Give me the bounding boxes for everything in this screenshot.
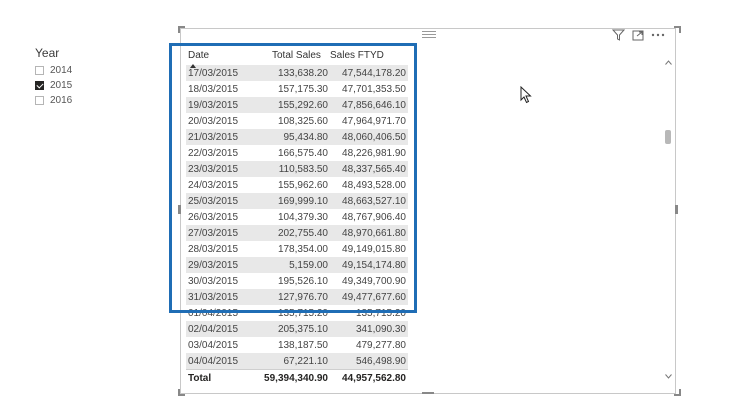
checkbox[interactable] [35, 66, 44, 75]
table-row: 03/04/2015 138,187.50 479,277.80 [186, 337, 408, 353]
slicer-items: 2014 2015 2016 [35, 63, 72, 108]
table-row: 04/04/2015 67,221.10 546,498.90 [186, 353, 408, 369]
cell-sales-ftyd: 341,090.30 [355, 323, 406, 335]
resize-handle-right[interactable] [675, 205, 678, 214]
totals-sales-ftyd: 44,957,562.80 [342, 373, 406, 384]
checkbox[interactable] [35, 81, 44, 90]
filter-icon[interactable] [612, 29, 625, 41]
scroll-down-icon[interactable] [665, 366, 672, 384]
focus-mode-icon[interactable] [632, 30, 644, 41]
slicer-item-label: 2016 [50, 95, 73, 106]
cell-date: 03/04/2015 [188, 339, 239, 351]
table-row: 02/04/2015 205,375.10 341,090.30 [186, 321, 408, 337]
slicer-item-2015[interactable]: 2015 [35, 78, 72, 93]
slicer-item-label: 2015 [50, 80, 73, 91]
year-slicer: Year 2014 2015 2016 [35, 46, 72, 108]
more-options-icon[interactable] [651, 33, 665, 37]
resize-handle-bottom[interactable] [422, 392, 434, 394]
resize-corner-top-left[interactable] [178, 26, 185, 33]
highlight-box [169, 43, 417, 313]
checkbox[interactable] [35, 96, 44, 105]
totals-row: Total 59,394,340.90 44,957,562.80 [186, 369, 408, 387]
slicer-item-label: 2014 [50, 65, 73, 76]
cell-date: 04/04/2015 [188, 355, 239, 367]
resize-corner-bottom-right[interactable] [674, 389, 681, 396]
resize-corner-top-right[interactable] [674, 26, 681, 33]
cell-total-sales: 138,187.50 [277, 339, 328, 351]
cell-sales-ftyd: 546,498.90 [355, 355, 406, 367]
totals-total-sales: 59,394,340.90 [264, 373, 328, 384]
cell-date: 02/04/2015 [188, 323, 239, 335]
resize-corner-bottom-left[interactable] [178, 389, 185, 396]
scrollbar-thumb[interactable] [665, 130, 671, 144]
slicer-item-2016[interactable]: 2016 [35, 93, 72, 108]
drag-grip-icon[interactable] [422, 31, 436, 40]
scroll-up-icon[interactable] [665, 52, 672, 70]
cell-total-sales: 205,375.10 [277, 323, 328, 335]
slicer-item-2014[interactable]: 2014 [35, 63, 72, 78]
totals-label: Total [188, 373, 212, 384]
cell-total-sales: 67,221.10 [283, 355, 329, 367]
visual-header-icons [612, 28, 665, 42]
mouse-cursor-icon [520, 85, 532, 109]
slicer-title: Year [35, 46, 60, 60]
cell-sales-ftyd: 479,277.80 [355, 339, 406, 351]
